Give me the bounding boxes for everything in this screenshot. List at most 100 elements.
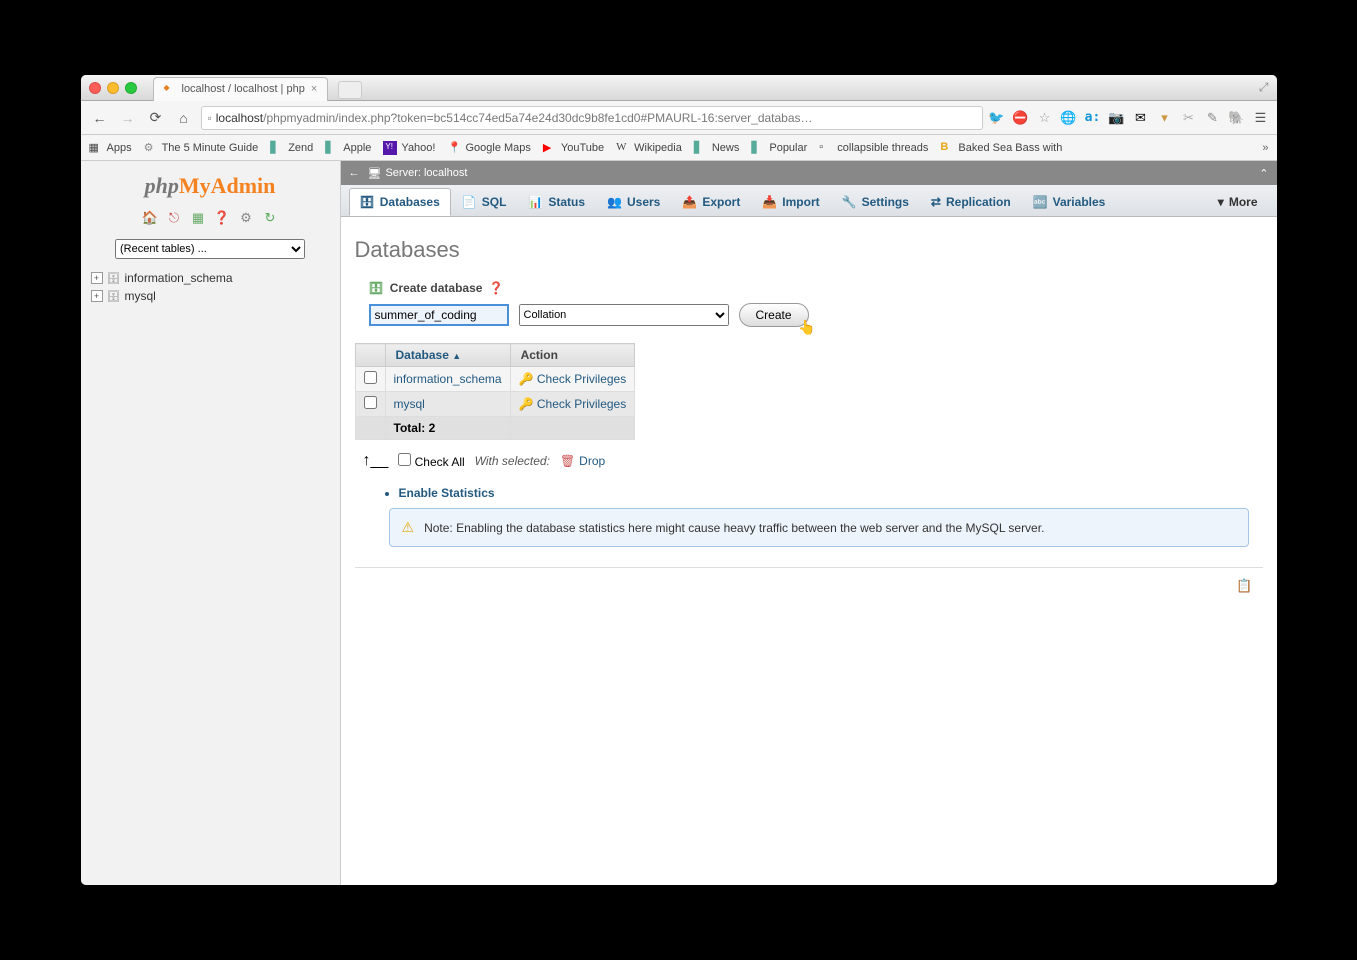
tab-more[interactable]: ▾More [1207, 188, 1269, 216]
tab-export[interactable]: 📤Export [671, 188, 751, 216]
collation-select[interactable]: Collation [519, 304, 729, 326]
new-tab-button[interactable] [338, 81, 362, 99]
forward-button[interactable]: → [117, 107, 139, 129]
bookmark-wikipedia[interactable]: WWikipedia [616, 141, 682, 155]
tree-node-mysql[interactable]: + 🗄 mysql [91, 287, 330, 305]
settings-icon[interactable]: ⚙ [237, 209, 255, 227]
check-all-checkbox[interactable] [398, 453, 411, 466]
pma-sidebar: phpMyAdmin 🏠 ⎋ ▦ ❓ ⚙ ↻ (Recent tables) .… [81, 161, 341, 885]
th-checkbox [355, 344, 385, 367]
bookmark-collapsible[interactable]: ▫collapsible threads [819, 141, 928, 155]
tab-status[interactable]: 📊Status [517, 188, 596, 216]
back-button[interactable]: ← [89, 107, 111, 129]
recent-tables[interactable]: (Recent tables) ... [115, 239, 305, 259]
export-icon: 📤 [682, 195, 697, 209]
with-selected-label: With selected: [475, 454, 550, 468]
notepad-icon[interactable]: 📋 [1236, 578, 1252, 594]
note-box: ⚠ Note: Enabling the database statistics… [389, 508, 1249, 547]
check-privileges-link[interactable]: Check Privileges [537, 397, 626, 411]
sort-asc-icon: ▲ [452, 351, 461, 361]
tab-users[interactable]: 👥Users [596, 188, 671, 216]
create-button[interactable]: Create 👆 [739, 303, 809, 327]
drop-link[interactable]: 🗑Drop [560, 454, 605, 468]
bookmark-news[interactable]: ▋News [694, 141, 740, 155]
collapse-icon[interactable]: ⌃ [1259, 167, 1268, 180]
check-all-row: ↑__ Check All With selected: 🗑Drop [363, 452, 1263, 470]
recent-tables-select[interactable]: (Recent tables) ... [115, 239, 305, 259]
close-tab-icon[interactable]: × [311, 83, 317, 95]
star-icon[interactable]: ☆ [1037, 110, 1053, 126]
th-database[interactable]: Database ▲ [385, 344, 510, 367]
page-icon: ▫ [208, 111, 212, 125]
table-row: information_schema 🔑 Check Privileges [355, 367, 635, 392]
db-name-input[interactable] [369, 304, 509, 326]
bookmark-popular[interactable]: ▋Popular [751, 141, 807, 155]
note-text: Note: Enabling the database statistics h… [424, 521, 1044, 535]
twitter-icon[interactable]: 🐦 [989, 110, 1005, 126]
reload-nav-icon[interactable]: ↻ [261, 209, 279, 227]
server-icon: 🖥 [368, 167, 382, 180]
bookmarks-overflow-icon[interactable]: » [1262, 142, 1268, 154]
row-checkbox[interactable] [364, 371, 377, 384]
bookmark-5min[interactable]: ⚙The 5 Minute Guide [144, 141, 259, 155]
tab-replication[interactable]: ⇄Replication [920, 188, 1022, 216]
pencil-icon[interactable]: ✎ [1205, 110, 1221, 126]
breadcrumb-back-icon[interactable]: ← [349, 167, 360, 179]
bookmark-zend[interactable]: ▋Zend [270, 141, 313, 155]
docs-icon[interactable]: ❓ [213, 209, 231, 227]
bookmark-bass[interactable]: BBaked Sea Bass with [940, 141, 1062, 155]
tab-variables[interactable]: 🔤Variables [1022, 188, 1117, 216]
tree-node-information-schema[interactable]: + 🗄 information_schema [91, 269, 330, 287]
fullscreen-icon[interactable]: ⤢ [1259, 80, 1269, 95]
bookmark-youtube[interactable]: ▶YouTube [543, 141, 604, 155]
bookmark-gmaps[interactable]: 📍Google Maps [447, 141, 530, 155]
close-window-button[interactable] [89, 82, 101, 94]
logout-icon[interactable]: ⎋ [165, 209, 183, 227]
check-privileges-link[interactable]: Check Privileges [537, 372, 626, 386]
globe-icon[interactable]: 🌐 [1061, 110, 1077, 126]
reload-button[interactable]: ⟳ [145, 107, 167, 129]
breadcrumb-server[interactable]: 🖥 Server: localhost [368, 167, 468, 180]
tab-sql[interactable]: 📄SQL [451, 188, 518, 216]
tab-databases[interactable]: 🗄Databases [349, 188, 451, 216]
db-tree: + 🗄 information_schema + 🗄 mysql [81, 269, 340, 305]
separator [355, 567, 1263, 568]
enable-statistics-link[interactable]: Enable Statistics [399, 486, 1263, 500]
db-link[interactable]: information_schema [394, 372, 502, 386]
status-icon: 📊 [528, 195, 543, 209]
sql-icon[interactable]: ▦ [189, 209, 207, 227]
mail-icon[interactable]: ✉ [1133, 110, 1149, 126]
create-database-section: 🗄 Create database ❓ Collation Create 👆 [369, 281, 1263, 327]
address-bar[interactable]: ▫ localhost /phpmyadmin/index.php?token=… [201, 106, 983, 130]
evernote-icon[interactable]: 🐘 [1229, 110, 1245, 126]
pocket-icon[interactable]: ▾ [1157, 110, 1173, 126]
browser-toolbar: ← → ⟳ ⌂ ▫ localhost /phpmyadmin/index.ph… [81, 101, 1277, 135]
tab-import[interactable]: 📥Import [751, 188, 830, 216]
row-checkbox[interactable] [364, 396, 377, 409]
home-button[interactable]: ⌂ [173, 107, 195, 129]
help-icon[interactable]: ❓ [488, 281, 503, 295]
cursor-icon: 👆 [798, 319, 815, 336]
expand-icon[interactable]: + [91, 290, 103, 302]
bookmark-apple[interactable]: ▋Apple [325, 141, 371, 155]
scissors-icon[interactable]: ✂ [1181, 110, 1197, 126]
import-icon: 📥 [762, 195, 777, 209]
adblock-icon[interactable]: ⛔ [1013, 110, 1029, 126]
top-tabs: 🗄Databases 📄SQL 📊Status 👥Users 📤Export 📥… [341, 185, 1277, 217]
bookmark-yahoo[interactable]: Y!Yahoo! [383, 141, 435, 155]
menu-icon[interactable]: ☰ [1253, 110, 1269, 126]
check-all-label[interactable]: Check All [398, 453, 464, 469]
bookmark-apps[interactable]: ▦Apps [89, 141, 132, 155]
chevron-down-icon: ▾ [1218, 195, 1224, 209]
zoom-window-button[interactable] [125, 82, 137, 94]
new-db-icon: 🗄 [369, 281, 384, 295]
db-link[interactable]: mysql [394, 397, 425, 411]
camera-icon[interactable]: 📷 [1109, 110, 1125, 126]
expand-icon[interactable]: + [91, 272, 103, 284]
tab-settings[interactable]: 🔧Settings [831, 188, 920, 216]
tab-title: localhost / localhost | php [182, 83, 305, 95]
amazon-icon[interactable]: a: [1085, 110, 1101, 126]
browser-tab[interactable]: ◆ localhost / localhost | php × [153, 77, 329, 101]
home-icon[interactable]: 🏠 [141, 209, 159, 227]
minimize-window-button[interactable] [107, 82, 119, 94]
